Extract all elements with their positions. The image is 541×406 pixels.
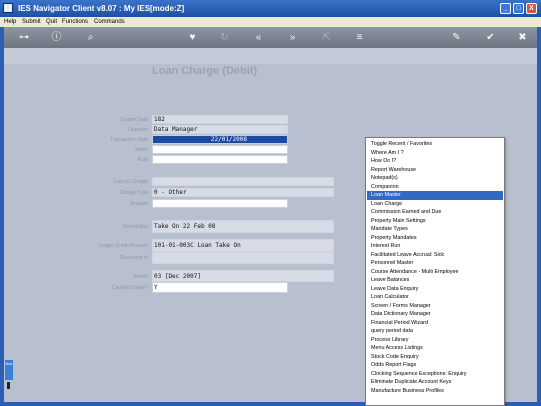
menu-item-eliminate-duplicate-keys[interactable]: Eliminate Duplicate Account Keys — [367, 378, 503, 387]
menu-item-loan-charge[interactable]: Loan Charge — [367, 200, 503, 209]
key-icon[interactable]: ⊶ — [14, 31, 34, 44]
document-id-field[interactable] — [152, 252, 334, 264]
menu-commands[interactable]: Commands — [94, 19, 125, 25]
heart-icon[interactable]: ♥ — [186, 31, 199, 44]
menu-bar: Help Submit Quit Functions Commands — [0, 17, 541, 27]
menu-item-odds-report-flags[interactable]: Odds Report Flags — [367, 361, 503, 370]
field-label-amount: Amount — [130, 201, 148, 207]
close-button[interactable]: X — [526, 3, 537, 14]
menu-functions[interactable]: Functions — [62, 19, 88, 25]
menu-item-how-do-i[interactable]: How Do I? — [367, 157, 503, 166]
toolbar: ⊶ ⓘ ⌕ ♥ ↻ « » ⇱ ≡ ✎ ✔ ✖ — [0, 27, 541, 48]
menu-item-leave-accrual-sick[interactable]: Facilitated Leave Accrual: Sick — [367, 251, 503, 260]
side-marker-icon — [7, 382, 10, 389]
menu-item-companion[interactable]: Companion — [367, 183, 503, 192]
menu-item-query-period-data[interactable]: query period data — [367, 327, 503, 336]
ledger-credit-account-field[interactable]: 101-01-003C Loan Take On — [152, 239, 334, 252]
export-icon[interactable]: ⇱ — [320, 31, 333, 44]
menu-item-notepads[interactable]: Notepad(s) — [367, 174, 503, 183]
side-tab[interactable]: Nav — [5, 360, 13, 380]
field-label-transaction-date: Transaction Date — [110, 137, 148, 143]
field-label-capital-charge: Capital Charge? — [111, 285, 148, 291]
field-label-ledger-credit-account: Ledger Credit Account — [98, 243, 148, 249]
menu-item-loan-master[interactable]: Loan Master — [367, 191, 503, 200]
menu-item-interest-run[interactable]: Interest Run — [367, 242, 503, 251]
period-field[interactable]: 03 [Dec 2007] — [152, 270, 334, 282]
menu-item-loan-calculator[interactable]: Loan Calculator — [367, 293, 503, 302]
list-icon[interactable]: ≡ — [353, 31, 366, 44]
context-menu: Toggle Recent / Favorites Where Am I ? H… — [365, 137, 505, 406]
menu-item-mandate-types[interactable]: Mandate Types — [367, 225, 503, 234]
menu-item-course-attendance[interactable]: Course Attendance - Multi Employee — [367, 268, 503, 277]
menu-item-process-library[interactable]: Process Library — [367, 336, 503, 345]
field-label-auth: Auth — [137, 157, 148, 163]
window-title: IES Navigator Client v8.07 : My IES : — [18, 4, 155, 13]
refresh-icon[interactable]: ↻ — [218, 31, 231, 44]
menu-item-toggle-recent[interactable]: Toggle Recent / Favorites — [367, 140, 503, 149]
menu-help[interactable]: Help — [4, 19, 16, 25]
field-label-period: Period — [133, 274, 148, 280]
field-label-system-date: System Date — [119, 117, 148, 123]
forward-icon[interactable]: » — [286, 31, 299, 44]
charge-type-field[interactable]: 0 - Other — [152, 188, 334, 197]
menu-item-where-am-i[interactable]: Where Am I ? — [367, 149, 503, 158]
operator-field[interactable]: Data Manager — [152, 125, 288, 134]
field-label-operator: Operator — [128, 127, 148, 133]
maximize-button[interactable]: □ — [513, 3, 524, 14]
menu-item-screen-forms-manager[interactable]: Screen / Forms Manager — [367, 302, 503, 311]
system-date-field[interactable]: 182 — [152, 115, 288, 124]
menu-item-menu-access-listings[interactable]: Menu Access Listings — [367, 344, 503, 353]
menu-item-data-dictionary-manager[interactable]: Data Dictionary Manager — [367, 310, 503, 319]
back-icon[interactable]: « — [252, 31, 265, 44]
title-bar: IES Navigator Client v8.07 : My IES : [m… — [0, 0, 541, 17]
menu-item-personnel-master[interactable]: Personnel Master — [367, 259, 503, 268]
batch-field[interactable] — [152, 145, 288, 154]
description-field[interactable]: Take On 22 Feb 08 — [152, 220, 334, 233]
edit-icon[interactable]: ✎ — [450, 31, 463, 44]
amount-field[interactable] — [152, 199, 288, 208]
right-frame — [537, 27, 541, 406]
menu-item-manufacture-business-profiles[interactable]: Manufacture Business Profiles — [367, 387, 503, 396]
minimize-button[interactable]: _ — [500, 3, 511, 14]
header-stripe — [4, 48, 537, 64]
field-label-loan-to-charge: Loan to Charge — [113, 179, 148, 185]
cancel-icon[interactable]: ✖ — [516, 31, 529, 44]
menu-submit[interactable]: Submit — [22, 19, 41, 25]
window-mode: [mode:Z] — [150, 4, 185, 13]
menu-item-financial-period-wizard[interactable]: Financial Period Wizard — [367, 319, 503, 328]
field-label-description: Description — [122, 224, 148, 230]
transaction-date-field[interactable]: 22/01/2008 — [152, 135, 288, 144]
page-title: Loan Charge (Debit) — [152, 65, 258, 77]
search-icon[interactable]: ⌕ — [84, 31, 97, 44]
menu-item-leave-balances[interactable]: Leave Balances — [367, 276, 503, 285]
menu-item-stock-code-enquiry[interactable]: Stock Code Enquiry — [367, 353, 503, 362]
field-label-document-id: Document Id — [119, 255, 148, 261]
field-label-batch: Batch — [135, 147, 148, 153]
menu-item-property-main-settings[interactable]: Property Main Settings — [367, 217, 503, 226]
menu-item-report-warehouse[interactable]: Report Warehouse — [367, 166, 503, 175]
confirm-icon[interactable]: ✔ — [484, 31, 497, 44]
menu-item-clocking-sequence-exceptions[interactable]: Clocking Sequence Exceptions: Enquiry — [367, 370, 503, 379]
app-icon — [3, 3, 13, 13]
menu-item-commission[interactable]: Commission Earned and Due — [367, 208, 503, 217]
menu-item-leave-data-enquiry[interactable]: Leave Data Enquiry — [367, 285, 503, 294]
field-label-charge-type: Charge Type — [119, 190, 148, 196]
loan-to-charge-field[interactable] — [152, 177, 334, 186]
auth-field[interactable] — [152, 155, 288, 164]
info-icon[interactable]: ⓘ — [50, 31, 63, 44]
capital-charge-field[interactable]: Y — [152, 282, 288, 293]
menu-item-property-mandates[interactable]: Property Mandates — [367, 234, 503, 243]
menu-quit[interactable]: Quit — [46, 19, 57, 25]
